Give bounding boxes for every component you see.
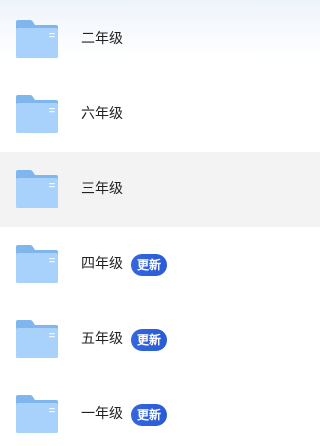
folder-row-4[interactable]: 五年级 更新	[0, 302, 320, 377]
folder-icon	[14, 318, 60, 360]
folder-name: 六年级	[81, 106, 123, 122]
folder-row-5[interactable]: 一年级 更新	[0, 377, 320, 446]
folder-row-3[interactable]: 四年级 更新	[0, 227, 320, 302]
update-badge: 更新	[131, 329, 168, 351]
folder-name: 五年级	[81, 331, 123, 347]
folder-icon	[14, 393, 60, 435]
folder-icon	[14, 243, 60, 285]
update-badge: 更新	[131, 254, 168, 276]
folder-browser: 二年级 六年级 三年级 四年级 更新 五年级 更新 一年级 更新	[0, 0, 320, 446]
update-badge: 更新	[131, 404, 168, 426]
folder-name: 三年级	[81, 181, 123, 197]
folder-icon	[14, 93, 60, 135]
folder-name: 二年级	[81, 31, 123, 47]
folder-name: 四年级	[81, 256, 123, 272]
folder-list: 二年级 六年级 三年级 四年级 更新 五年级 更新 一年级 更新	[0, 2, 320, 446]
folder-name: 一年级	[81, 406, 123, 422]
folder-icon	[14, 18, 60, 60]
folder-row-0[interactable]: 二年级	[0, 2, 320, 77]
folder-icon	[14, 168, 60, 210]
folder-row-1[interactable]: 六年级	[0, 77, 320, 152]
folder-row-2[interactable]: 三年级	[0, 152, 320, 227]
